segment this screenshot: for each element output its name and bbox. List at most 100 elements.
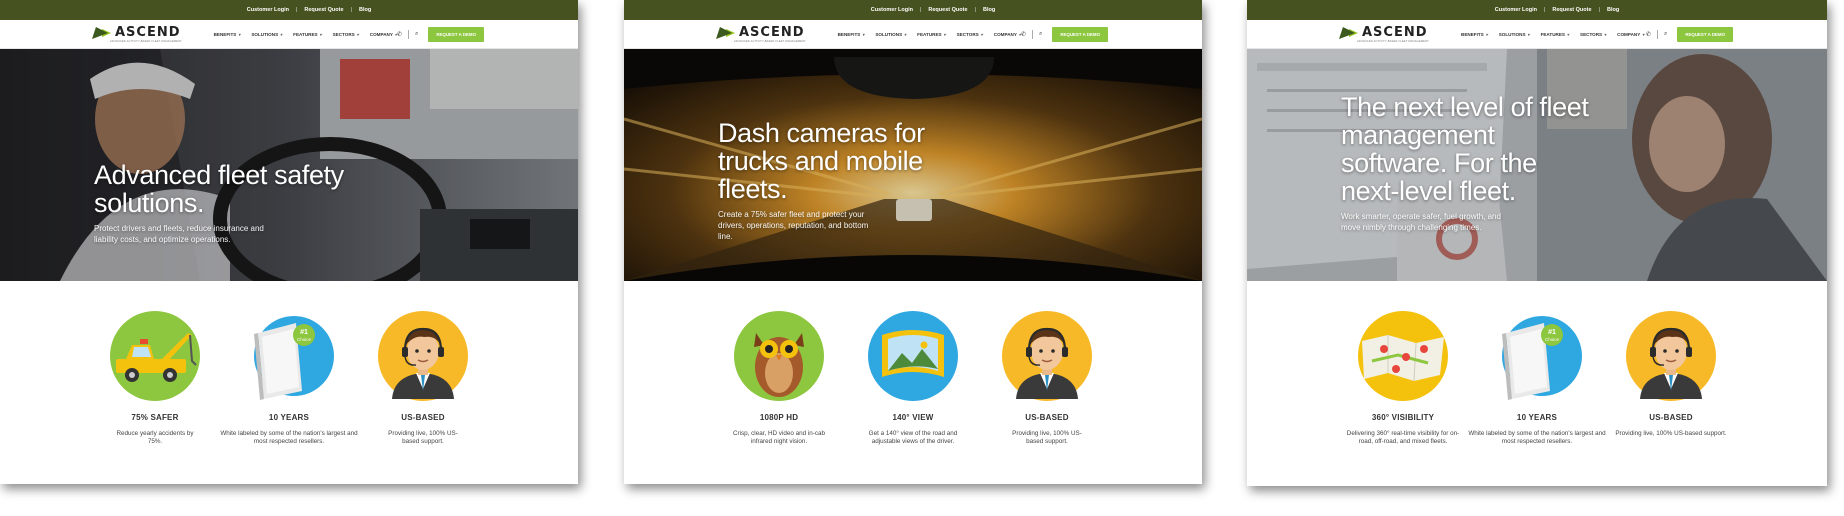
support-agent-icon (1626, 311, 1716, 401)
owl-icon (734, 311, 824, 401)
feature-card: #1 Choice 10 YEARS White labeled by some… (220, 311, 358, 446)
logo-wordmark: ASCEND (115, 25, 181, 40)
feature-description: White labeled by some of the nation's la… (1468, 430, 1606, 445)
request-quote-link[interactable]: Request Quote (1552, 7, 1591, 13)
support-agent-icon (378, 311, 468, 401)
badge-number: #1 (1548, 329, 1556, 336)
nav-item-company[interactable]: COMPANY ▾ (370, 32, 397, 37)
request-demo-button[interactable]: REQUEST A DEMO (428, 26, 484, 42)
binder-badge-icon: #1 Choice (254, 316, 334, 400)
search-icon[interactable]: ⌕ (1039, 31, 1042, 38)
chevron-down-icon: ▾ (356, 31, 359, 37)
feature-card: US-BASED Providing live, 100% US-based s… (1000, 311, 1094, 446)
feature-card: 360° VISIBILITY Delivering 360° real-tim… (1347, 311, 1459, 446)
feature-row: 75% SAFER Reduce yearly accidents by 75%… (0, 311, 578, 446)
blog-link[interactable]: Blog (1607, 7, 1619, 13)
logo-tagline: ADVANCED ACTIVITY-BASED FLEET MANAGEMENT (110, 40, 182, 43)
divider (1656, 29, 1658, 39)
request-quote-link[interactable]: Request Quote (928, 7, 967, 13)
feature-row: 1080P HD Crisp, clear, HD video and in-c… (624, 311, 1202, 446)
hero-title: The next level of fleet management softw… (1341, 92, 1589, 206)
hero-banner: The next level of fleet management softw… (1247, 49, 1827, 281)
nav-item-solutions[interactable]: SOLUTIONS ▾ (875, 32, 906, 37)
logo-wordmark: ASCEND (739, 25, 805, 40)
chevron-down-icon: ▾ (280, 31, 283, 37)
blog-link[interactable]: Blog (983, 7, 995, 13)
nav-menu: BENEFITS ▾ SOLUTIONS ▾ FEATURES ▾ SECTORS ▾ … (838, 32, 1021, 37)
nav-menu: BENEFITS ▾ SOLUTIONS ▾ FEATURES ▾ SECTORS ▾ … (214, 32, 397, 37)
utility-bar: Customer Login | Request Quote | Blog (1247, 0, 1827, 20)
hero-copy: Dash cameras for trucks and mobile fleet… (718, 119, 958, 242)
request-demo-button[interactable]: REQUEST A DEMO (1052, 26, 1108, 42)
page-mockup-fleet-software: Customer Login | Request Quote | Blog AS… (1247, 0, 1827, 486)
feature-card: 1080P HD Crisp, clear, HD video and in-c… (732, 311, 826, 446)
feature-title: US-BASED (1025, 413, 1069, 422)
request-demo-button[interactable]: REQUEST A DEMO (1677, 26, 1733, 42)
main-nav: ASCEND ADVANCED ACTIVITY-BASED FLEET MAN… (0, 20, 578, 49)
badge-number: #1 (300, 329, 308, 336)
page-mockup-fleet-safety: Customer Login | Request Quote | Blog AS… (0, 0, 578, 484)
nav-actions: ✆ ⌕ REQUEST A DEMO (397, 26, 484, 42)
feature-description: Providing live, 100% US-based support. (1615, 430, 1727, 437)
nav-actions: ✆ ⌕ REQUEST A DEMO (1021, 26, 1108, 42)
feature-card: US-BASED Providing live, 100% US-based s… (376, 311, 470, 446)
ascend-logo[interactable]: ASCEND ADVANCED ACTIVITY-BASED FLEET MAN… (92, 25, 204, 43)
feature-title: 10 YEARS (268, 413, 310, 422)
search-icon[interactable]: ⌕ (1664, 31, 1667, 38)
chevron-down-icon: ▾ (319, 31, 322, 37)
logo-mark-icon (716, 26, 734, 39)
feature-title: US-BASED (401, 413, 445, 422)
chevron-down-icon: ▾ (904, 31, 907, 37)
blog-link[interactable]: Blog (359, 7, 371, 13)
utility-bar: Customer Login | Request Quote | Blog (0, 0, 578, 20)
nav-item-company[interactable]: COMPANY ▾ (1617, 32, 1644, 37)
nav-item-sectors[interactable]: SECTORS ▾ (333, 32, 359, 37)
feature-title: 140° VIEW (892, 413, 934, 422)
nav-item-sectors[interactable]: SECTORS ▾ (1580, 32, 1606, 37)
chevron-down-icon: ▾ (1604, 31, 1607, 37)
feature-card: US-BASED Providing live, 100% US-based s… (1615, 311, 1727, 446)
hero-banner: Advanced fleet safety solutions. Protect… (0, 49, 578, 281)
nav-item-solutions[interactable]: SOLUTIONS ▾ (251, 32, 282, 37)
request-quote-link[interactable]: Request Quote (304, 7, 343, 13)
nav-item-benefits[interactable]: BENEFITS ▾ (214, 32, 241, 37)
page-mockup-dash-cameras: Customer Login | Request Quote | Blog AS… (624, 0, 1202, 484)
ascend-logo[interactable]: ASCEND ADVANCED ACTIVITY-BASED FLEET MAN… (716, 25, 828, 43)
support-agent-icon (1002, 311, 1092, 401)
nav-item-benefits[interactable]: BENEFITS ▾ (838, 32, 865, 37)
customer-login-link[interactable]: Customer Login (247, 7, 289, 13)
logo-tagline: ADVANCED ACTIVITY-BASED FLEET MANAGEMENT (734, 40, 806, 43)
logo-mark-icon (1339, 26, 1357, 39)
nav-item-features[interactable]: FEATURES ▾ (1541, 32, 1569, 37)
feature-description: Get a 140° view of the road and adjustab… (868, 430, 958, 445)
search-icon[interactable]: ⌕ (415, 31, 418, 38)
hero-subtitle: Work smarter, operate safer, fuel growth… (1341, 212, 1501, 232)
feature-description: Reduce yearly accidents by 75%. (116, 430, 194, 445)
phone-icon[interactable]: ✆ (1021, 31, 1026, 38)
phone-icon[interactable]: ✆ (397, 31, 402, 38)
nav-item-sectors[interactable]: SECTORS ▾ (957, 32, 983, 37)
tow-truck-icon (110, 311, 200, 401)
customer-login-link[interactable]: Customer Login (871, 7, 913, 13)
nav-menu: BENEFITS ▾ SOLUTIONS ▾ FEATURES ▾ SECTORS ▾ … (1461, 32, 1644, 37)
binder-badge-icon: #1 Choice (1502, 316, 1582, 400)
chevron-down-icon: ▾ (943, 31, 946, 37)
separator: | (1598, 7, 1600, 13)
ascend-logo[interactable]: ASCEND ADVANCED ACTIVITY-BASED FLEET MAN… (1339, 25, 1451, 43)
feature-card: #1 Choice 10 YEARS White labeled by some… (1468, 311, 1606, 446)
nav-item-benefits[interactable]: BENEFITS ▾ (1461, 32, 1488, 37)
phone-icon[interactable]: ✆ (1646, 31, 1651, 38)
hero-banner: Dash cameras for trucks and mobile fleet… (624, 49, 1202, 281)
customer-login-link[interactable]: Customer Login (1495, 7, 1537, 13)
feature-description: Providing live, 100% US-based support. (1012, 430, 1082, 445)
feature-title: 10 YEARS (1516, 413, 1558, 422)
nav-item-features[interactable]: FEATURES ▾ (293, 32, 321, 37)
nav-item-company[interactable]: COMPANY ▾ (994, 32, 1021, 37)
nav-item-features[interactable]: FEATURES ▾ (917, 32, 945, 37)
logo-tagline: ADVANCED ACTIVITY-BASED FLEET MANAGEMENT (1357, 40, 1429, 43)
nav-item-solutions[interactable]: SOLUTIONS ▾ (1499, 32, 1530, 37)
stage: Customer Login | Request Quote | Blog AS… (0, 0, 1844, 516)
feature-description: Providing live, 100% US-based support. (388, 430, 458, 445)
chevron-down-icon: ▾ (1642, 31, 1645, 37)
utility-bar: Customer Login | Request Quote | Blog (624, 0, 1202, 20)
